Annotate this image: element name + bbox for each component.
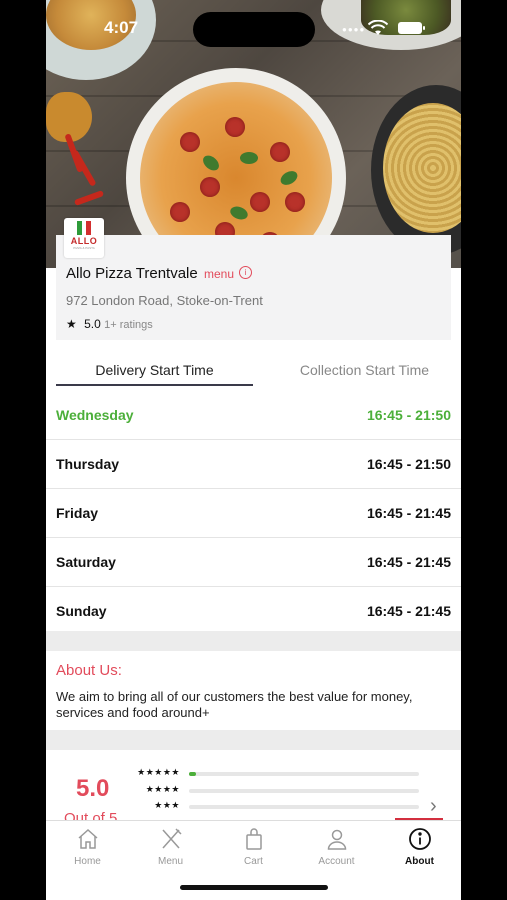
nav-label: Home <box>74 856 101 867</box>
day-label: Sunday <box>56 603 107 619</box>
home-icon <box>78 828 97 849</box>
review-score: 5.0 <box>76 775 110 802</box>
signal-icon: ●●●● <box>342 25 366 34</box>
fork-knife-icon <box>161 828 182 849</box>
time-range: 16:45 - 21:45 <box>366 603 451 619</box>
section-divider <box>46 631 461 651</box>
day-label: Wednesday <box>56 407 134 423</box>
wifi-icon <box>368 20 388 35</box>
nav-account[interactable]: Account <box>295 827 378 867</box>
rating-summary: ★ 5.0 1+ ratings <box>66 317 153 331</box>
star-label: ★★★★ <box>145 784 180 794</box>
ratings-count: 1+ ratings <box>104 319 153 331</box>
star-icon: ★ <box>66 317 77 331</box>
time-range: 16:45 - 21:45 <box>366 554 451 570</box>
restaurant-name: Allo Pizza Trentvale <box>66 265 198 282</box>
bag-icon <box>245 828 262 850</box>
star-breakdown-row: ★★★★ <box>132 784 442 797</box>
star-breakdown-row: ★★★★★ <box>132 767 442 780</box>
nav-label: Cart <box>244 856 263 867</box>
battery-icon <box>398 22 425 34</box>
nav-cart[interactable]: Cart <box>212 827 295 867</box>
star-label: ★★★ <box>154 800 180 810</box>
dynamic-island <box>193 12 315 47</box>
time-range: 16:45 - 21:50 <box>366 456 451 472</box>
reviews-chevron-icon[interactable]: › <box>430 795 437 818</box>
status-icons: ●●●● <box>342 20 448 36</box>
tab-collection-start-time[interactable]: Collection Start Time <box>266 355 461 385</box>
person-icon <box>327 829 346 850</box>
about-title: About Us: <box>56 662 122 679</box>
star-breakdown-row: ★★★ <box>132 800 442 813</box>
opening-hours-list: Wednesday 16:45 - 21:50 Thursday 16:45 -… <box>46 391 461 635</box>
nav-label: Account <box>318 856 355 867</box>
about-text: We aim to bring all of our customers the… <box>56 689 413 720</box>
restaurant-logo: ALLO PIZZA & PASTA <box>64 218 104 258</box>
start-time-tabs: Delivery Start Time Collection Start Tim… <box>56 355 451 387</box>
app-screen: 4:07 ●●●● ALLO PIZZA & PASTA Allo Pizza … <box>46 0 461 900</box>
nav-home[interactable]: Home <box>46 827 129 867</box>
star-label: ★★★★★ <box>137 767 180 777</box>
rating-bar <box>189 772 419 776</box>
info-icon <box>408 828 431 850</box>
rating-value: 5.0 <box>84 317 101 331</box>
hours-row-thursday: Thursday 16:45 - 21:50 <box>46 440 461 489</box>
day-label: Thursday <box>56 456 120 472</box>
time-range: 16:45 - 21:50 <box>366 407 451 423</box>
tab-delivery-start-time[interactable]: Delivery Start Time <box>56 355 253 385</box>
active-tab-indicator <box>56 384 253 386</box>
restaurant-address: 972 London Road, Stoke-on-Trent <box>66 293 263 308</box>
nav-label: Menu <box>157 856 183 867</box>
menu-link[interactable]: menu <box>204 267 234 281</box>
home-indicator <box>180 885 328 890</box>
nav-menu[interactable]: Menu <box>129 827 212 867</box>
restaurant-card: ALLO PIZZA & PASTA Allo Pizza Trentvale … <box>56 218 451 340</box>
hours-row-sunday: Sunday 16:45 - 21:45 <box>46 587 461 635</box>
rating-bar <box>189 789 419 793</box>
hours-row-saturday: Saturday 16:45 - 21:45 <box>46 538 461 587</box>
info-icon[interactable]: i <box>239 266 252 279</box>
status-time: 4:07 <box>104 18 139 37</box>
hours-row-friday: Friday 16:45 - 21:45 <box>46 489 461 538</box>
rating-bar <box>189 805 419 809</box>
section-divider <box>46 730 461 750</box>
day-label: Saturday <box>56 554 116 570</box>
time-range: 16:45 - 21:45 <box>366 505 451 521</box>
hours-row-wednesday: Wednesday 16:45 - 21:50 <box>46 391 461 440</box>
nav-about[interactable]: About <box>378 827 461 867</box>
day-label: Friday <box>56 505 99 521</box>
nav-label: About <box>405 856 434 867</box>
